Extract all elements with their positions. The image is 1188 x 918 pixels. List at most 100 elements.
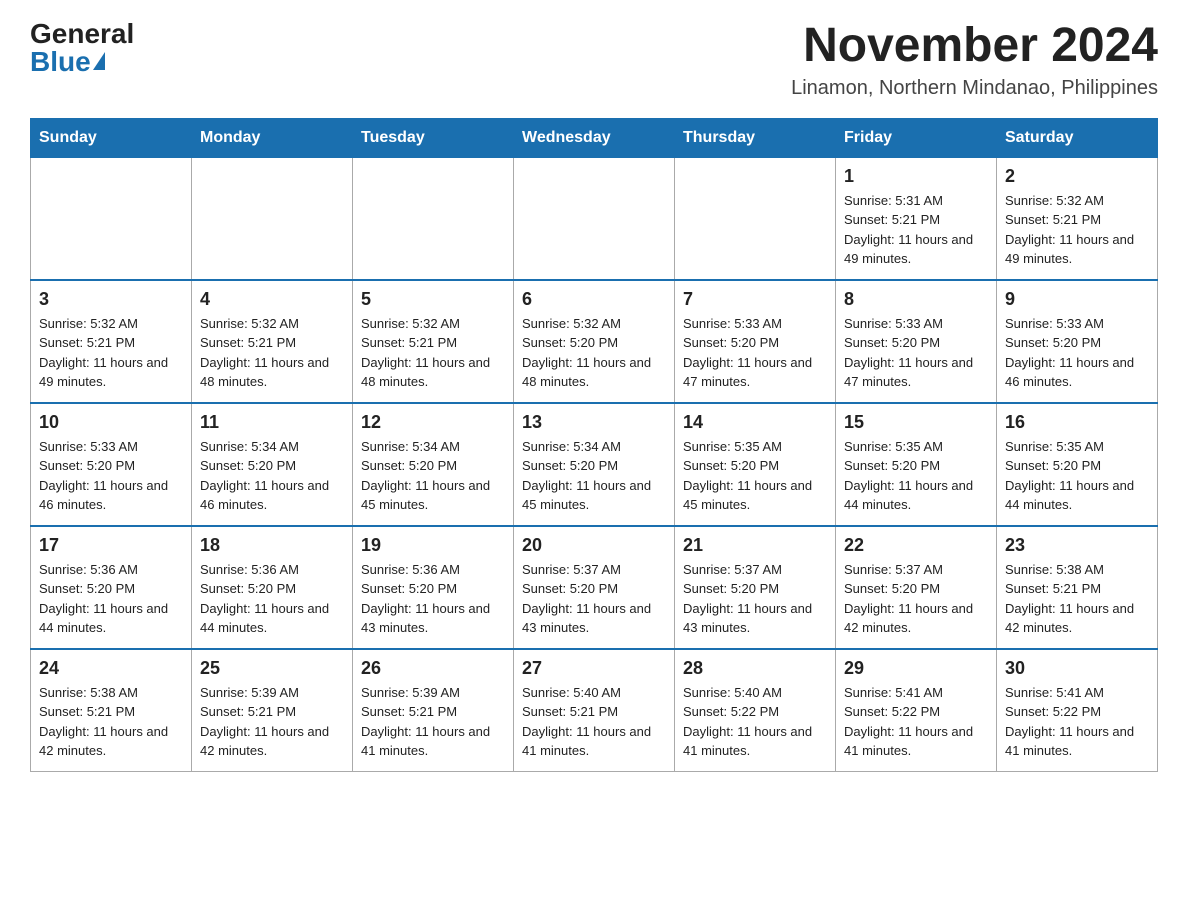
col-thursday: Thursday [675, 118, 836, 157]
day-info: Sunrise: 5:31 AM Sunset: 5:21 PM Dayligh… [844, 191, 988, 269]
logo-general-text: General [30, 20, 134, 48]
day-info: Sunrise: 5:35 AM Sunset: 5:20 PM Dayligh… [1005, 437, 1149, 515]
calendar-row: 3 Sunrise: 5:32 AM Sunset: 5:21 PM Daylig… [31, 280, 1158, 403]
day-info: Sunrise: 5:33 AM Sunset: 5:20 PM Dayligh… [39, 437, 183, 515]
day-number: 4 [200, 289, 344, 310]
day-number: 16 [1005, 412, 1149, 433]
logo-blue-text: Blue [30, 48, 105, 76]
table-row: 19 Sunrise: 5:36 AM Sunset: 5:20 PM Dayli… [353, 526, 514, 649]
table-row: 20Sunrise: 5:37 AM Sunset: 5:20 PM Dayli… [514, 526, 675, 649]
day-info: Sunrise: 5:38 AM Sunset: 5:21 PM Dayligh… [39, 683, 183, 761]
day-number: 23 [1005, 535, 1149, 556]
table-row: 7 Sunrise: 5:33 AM Sunset: 5:20 PM Daylig… [675, 280, 836, 403]
table-row: 15 Sunrise: 5:35 AM Sunset: 5:20 PM Dayli… [836, 403, 997, 526]
col-sunday: Sunday [31, 118, 192, 157]
day-info: Sunrise: 5:32 AM Sunset: 5:21 PM Dayligh… [1005, 191, 1149, 269]
table-row: 30 Sunrise: 5:41 AM Sunset: 5:22 PM Dayli… [997, 649, 1158, 772]
table-row: 23 Sunrise: 5:38 AM Sunset: 5:21 PM Dayli… [997, 526, 1158, 649]
table-row: 1Sunrise: 5:31 AM Sunset: 5:21 PM Daylig… [836, 157, 997, 280]
day-info: Sunrise: 5:36 AM Sunset: 5:20 PM Dayligh… [39, 560, 183, 638]
day-number: 13 [522, 412, 666, 433]
day-info: Sunrise: 5:33 AM Sunset: 5:20 PM Dayligh… [1005, 314, 1149, 392]
day-number: 14 [683, 412, 827, 433]
table-row: 12Sunrise: 5:34 AM Sunset: 5:20 PM Dayli… [353, 403, 514, 526]
table-row: 3 Sunrise: 5:32 AM Sunset: 5:21 PM Daylig… [31, 280, 192, 403]
table-row: 25 Sunrise: 5:39 AM Sunset: 5:21 PM Dayli… [192, 649, 353, 772]
table-row: 26 Sunrise: 5:39 AM Sunset: 5:21 PM Dayli… [353, 649, 514, 772]
calendar-table: Sunday Monday Tuesday Wednesday Thursday… [30, 118, 1158, 772]
table-row: 9Sunrise: 5:33 AM Sunset: 5:20 PM Daylig… [997, 280, 1158, 403]
day-info: Sunrise: 5:41 AM Sunset: 5:22 PM Dayligh… [844, 683, 988, 761]
day-number: 5 [361, 289, 505, 310]
table-row: 21 Sunrise: 5:37 AM Sunset: 5:20 PM Dayli… [675, 526, 836, 649]
day-info: Sunrise: 5:40 AM Sunset: 5:22 PM Dayligh… [683, 683, 827, 761]
day-number: 27 [522, 658, 666, 679]
table-row [353, 157, 514, 280]
logo: General Blue [30, 20, 134, 76]
col-friday: Friday [836, 118, 997, 157]
day-info: Sunrise: 5:33 AM Sunset: 5:20 PM Dayligh… [844, 314, 988, 392]
day-info: Sunrise: 5:35 AM Sunset: 5:20 PM Dayligh… [844, 437, 988, 515]
table-row: 14Sunrise: 5:35 AM Sunset: 5:20 PM Dayli… [675, 403, 836, 526]
day-number: 8 [844, 289, 988, 310]
calendar-row: 1Sunrise: 5:31 AM Sunset: 5:21 PM Daylig… [31, 157, 1158, 280]
logo-triangle-icon [93, 52, 105, 70]
day-info: Sunrise: 5:39 AM Sunset: 5:21 PM Dayligh… [200, 683, 344, 761]
page-header: General Blue November 2024 Linamon, Nort… [30, 20, 1158, 100]
table-row: 4 Sunrise: 5:32 AM Sunset: 5:21 PM Daylig… [192, 280, 353, 403]
day-info: Sunrise: 5:32 AM Sunset: 5:21 PM Dayligh… [39, 314, 183, 392]
calendar-row: 17 Sunrise: 5:36 AM Sunset: 5:20 PM Dayli… [31, 526, 1158, 649]
table-row [675, 157, 836, 280]
day-info: Sunrise: 5:34 AM Sunset: 5:20 PM Dayligh… [361, 437, 505, 515]
day-info: Sunrise: 5:37 AM Sunset: 5:20 PM Dayligh… [683, 560, 827, 638]
day-number: 28 [683, 658, 827, 679]
day-info: Sunrise: 5:34 AM Sunset: 5:20 PM Dayligh… [200, 437, 344, 515]
day-info: Sunrise: 5:32 AM Sunset: 5:21 PM Dayligh… [200, 314, 344, 392]
day-info: Sunrise: 5:34 AM Sunset: 5:20 PM Dayligh… [522, 437, 666, 515]
day-number: 30 [1005, 658, 1149, 679]
day-number: 26 [361, 658, 505, 679]
day-info: Sunrise: 5:36 AM Sunset: 5:20 PM Dayligh… [361, 560, 505, 638]
col-tuesday: Tuesday [353, 118, 514, 157]
table-row [31, 157, 192, 280]
day-number: 3 [39, 289, 183, 310]
table-row: 5 Sunrise: 5:32 AM Sunset: 5:21 PM Daylig… [353, 280, 514, 403]
day-info: Sunrise: 5:33 AM Sunset: 5:20 PM Dayligh… [683, 314, 827, 392]
day-number: 24 [39, 658, 183, 679]
table-row: 10Sunrise: 5:33 AM Sunset: 5:20 PM Dayli… [31, 403, 192, 526]
col-wednesday: Wednesday [514, 118, 675, 157]
table-row: 28 Sunrise: 5:40 AM Sunset: 5:22 PM Dayli… [675, 649, 836, 772]
table-row: 27Sunrise: 5:40 AM Sunset: 5:21 PM Dayli… [514, 649, 675, 772]
day-number: 29 [844, 658, 988, 679]
day-number: 7 [683, 289, 827, 310]
table-row: 11Sunrise: 5:34 AM Sunset: 5:20 PM Dayli… [192, 403, 353, 526]
day-number: 17 [39, 535, 183, 556]
day-info: Sunrise: 5:38 AM Sunset: 5:21 PM Dayligh… [1005, 560, 1149, 638]
page-subtitle: Linamon, Northern Mindanao, Philippines [791, 77, 1158, 100]
day-info: Sunrise: 5:36 AM Sunset: 5:20 PM Dayligh… [200, 560, 344, 638]
calendar-row: 24 Sunrise: 5:38 AM Sunset: 5:21 PM Dayli… [31, 649, 1158, 772]
table-row: 13 Sunrise: 5:34 AM Sunset: 5:20 PM Dayli… [514, 403, 675, 526]
day-info: Sunrise: 5:37 AM Sunset: 5:20 PM Dayligh… [522, 560, 666, 638]
table-row: 24 Sunrise: 5:38 AM Sunset: 5:21 PM Dayli… [31, 649, 192, 772]
table-row: 6Sunrise: 5:32 AM Sunset: 5:20 PM Daylig… [514, 280, 675, 403]
calendar-header-row: Sunday Monday Tuesday Wednesday Thursday… [31, 118, 1158, 157]
table-row: 2 Sunrise: 5:32 AM Sunset: 5:21 PM Daylig… [997, 157, 1158, 280]
day-info: Sunrise: 5:39 AM Sunset: 5:21 PM Dayligh… [361, 683, 505, 761]
day-number: 2 [1005, 166, 1149, 187]
table-row: 22Sunrise: 5:37 AM Sunset: 5:20 PM Dayli… [836, 526, 997, 649]
day-number: 21 [683, 535, 827, 556]
day-number: 19 [361, 535, 505, 556]
table-row [192, 157, 353, 280]
page-title: November 2024 [791, 20, 1158, 73]
day-number: 18 [200, 535, 344, 556]
table-row: 29 Sunrise: 5:41 AM Sunset: 5:22 PM Dayli… [836, 649, 997, 772]
day-number: 25 [200, 658, 344, 679]
table-row: 8 Sunrise: 5:33 AM Sunset: 5:20 PM Daylig… [836, 280, 997, 403]
day-info: Sunrise: 5:32 AM Sunset: 5:20 PM Dayligh… [522, 314, 666, 392]
day-info: Sunrise: 5:32 AM Sunset: 5:21 PM Dayligh… [361, 314, 505, 392]
day-info: Sunrise: 5:41 AM Sunset: 5:22 PM Dayligh… [1005, 683, 1149, 761]
day-number: 15 [844, 412, 988, 433]
day-number: 22 [844, 535, 988, 556]
col-saturday: Saturday [997, 118, 1158, 157]
